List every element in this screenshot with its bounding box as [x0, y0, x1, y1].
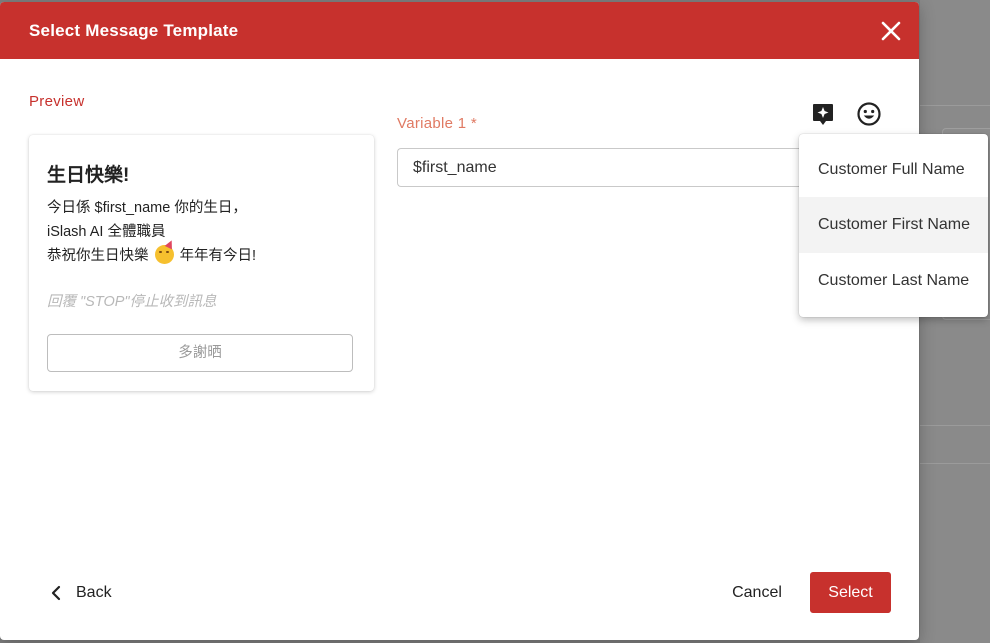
preview-card-body: 今日係 $first_name 你的生日， iSlash AI 全體職員 恭祝你…: [47, 196, 256, 268]
select-button[interactable]: Select: [810, 572, 891, 613]
smiley-icon: [857, 102, 881, 126]
sparkle-icon: [813, 104, 833, 125]
preview-label: Preview: [29, 93, 85, 110]
chevron-left-icon: [51, 585, 61, 601]
dialog-title: Select Message Template: [29, 21, 239, 40]
emoji-button[interactable]: [856, 101, 882, 127]
preview-quick-reply-button: 多謝晒: [47, 334, 353, 372]
preview-line: 今日係 $first_name 你的生日，: [47, 200, 247, 216]
preview-line: iSlash AI 全體職員: [47, 224, 166, 240]
preview-card-title: 生日快樂!: [47, 165, 130, 186]
partying-face-icon: [154, 238, 175, 264]
background-app: [920, 0, 990, 643]
message-preview-card: 生日快樂! 今日係 $first_name 你的生日， iSlash AI 全體…: [29, 135, 374, 391]
option-customer-first-name[interactable]: Customer First Name: [799, 197, 988, 253]
back-button[interactable]: Back: [50, 577, 112, 609]
variable-1-input[interactable]: [397, 148, 809, 187]
cancel-button[interactable]: Cancel: [721, 577, 793, 609]
background-divider: [920, 105, 990, 106]
ai-suggest-button[interactable]: [811, 102, 835, 126]
variable-1-label: Variable 1 *: [397, 115, 478, 132]
preview-line: 恭祝你生日快樂 年年有今日!: [47, 238, 256, 268]
dialog-header: Select Message Template: [0, 2, 919, 59]
background-divider: [920, 425, 990, 426]
background-divider: [920, 463, 990, 464]
select-template-dialog: Select Message Template Preview 生日快樂! 今日…: [0, 2, 919, 640]
option-customer-full-name[interactable]: Customer Full Name: [799, 142, 988, 198]
variable-options-dropdown: Customer Full Name Customer First Name C…: [799, 134, 988, 317]
back-label: Back: [76, 584, 112, 601]
close-icon: [881, 21, 901, 41]
option-customer-last-name[interactable]: Customer Last Name: [799, 253, 988, 309]
preview-footer-note: 回覆 "STOP"停止收到訊息: [47, 294, 217, 310]
close-button[interactable]: [879, 19, 903, 43]
